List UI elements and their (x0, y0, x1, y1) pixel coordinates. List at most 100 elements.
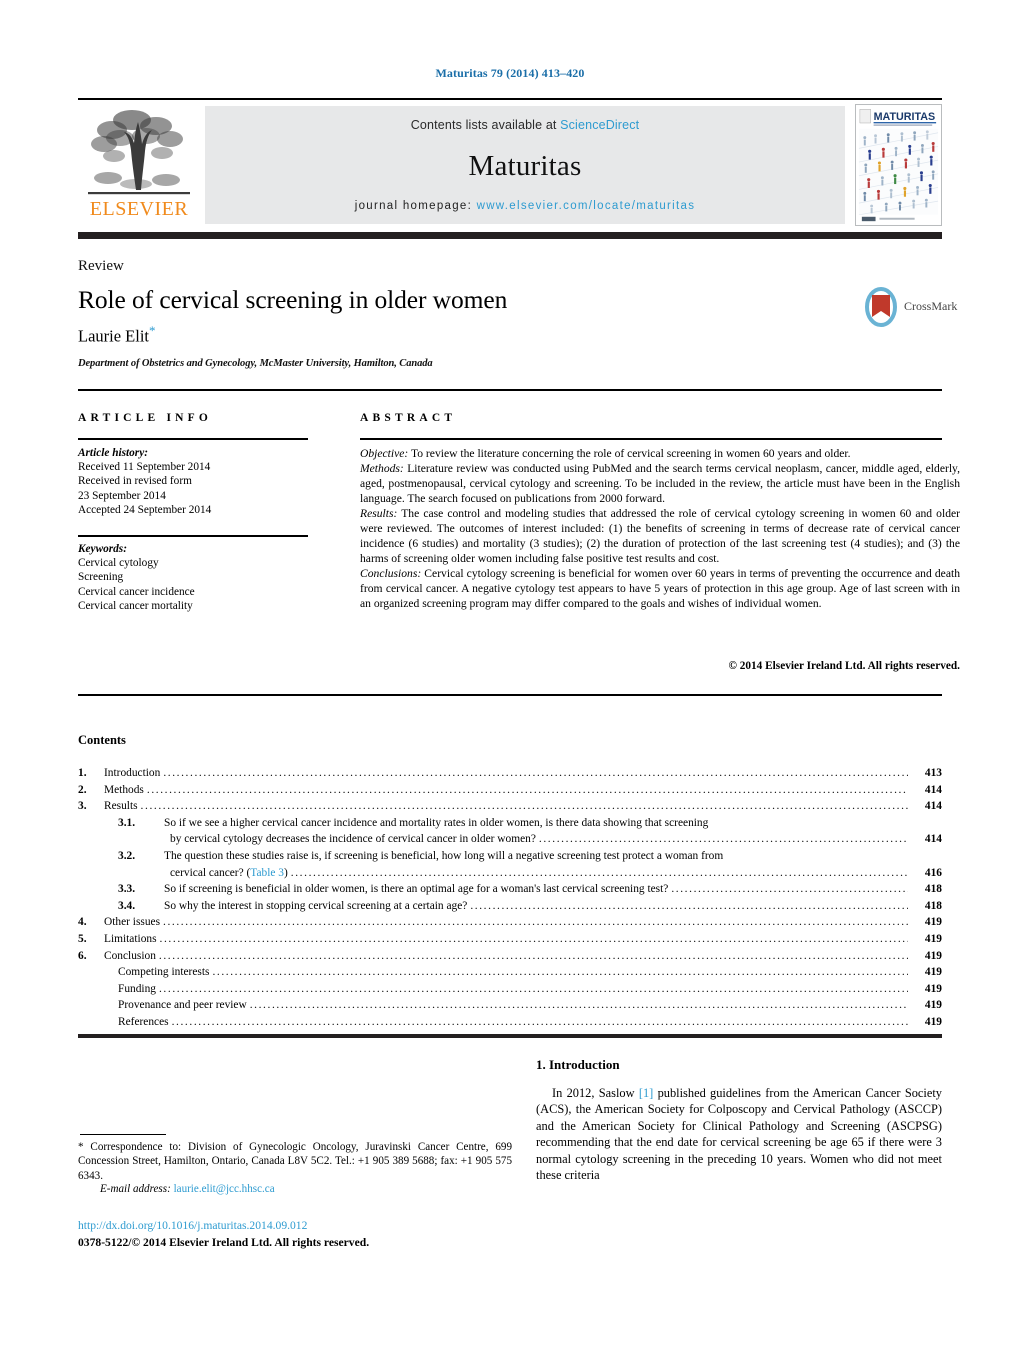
toc-leader-dots: ........................................… (163, 767, 908, 779)
article-info-rule (78, 438, 308, 440)
page-title: Role of cervical screening in older wome… (78, 285, 508, 314)
masthead: ELSEVIER Contents lists available at Sci… (78, 104, 942, 226)
toc-label: Results (104, 800, 138, 813)
abstract-rule (360, 438, 942, 440)
keyword-item: Screening (78, 571, 124, 584)
toc-label: Funding (118, 982, 156, 995)
toc-entry[interactable]: 3. Results .............................… (78, 798, 942, 815)
toc-entry[interactable]: 4. Other issues ........................… (78, 914, 942, 931)
toc-number: 3. (78, 800, 87, 813)
keyword-item: Cervical cytology (78, 557, 159, 570)
toc-label: Other issues (104, 916, 160, 929)
toc-page-number: 418 (924, 883, 942, 896)
abstract-section-text: To review the literature concerning the … (408, 447, 851, 460)
abstract-bottom-rule (78, 694, 942, 696)
toc-label: References (118, 1015, 169, 1028)
toc-entry[interactable]: 3.4. So why the interest in stopping cer… (78, 898, 942, 915)
toc-number: 2. (78, 783, 87, 796)
toc-entry[interactable]: 6. Conclusion ..........................… (78, 948, 942, 965)
toc-label-continued: by cervical cytology decreases the incid… (170, 833, 536, 846)
toc-leader-dots: ........................................… (290, 866, 908, 879)
toc-page-number: 419 (924, 982, 942, 995)
toc-label: Introduction (104, 767, 161, 779)
contents-bottom-rule (78, 1034, 942, 1038)
toc-leader-dots: ........................................… (163, 916, 908, 929)
journal-cover-thumbnail[interactable]: MATURITAS (855, 104, 942, 226)
abstract-section-label: Objective: (360, 447, 409, 460)
journal-cover-image: MATURITAS (856, 105, 941, 225)
toc-label: Conclusion (104, 949, 156, 962)
author-name: Laurie Elit* (78, 323, 156, 347)
contents-lists-line: Contents lists available at ScienceDirec… (205, 118, 845, 132)
reference-1-link[interactable]: [1] (639, 1086, 653, 1100)
toc-page-number: 419 (924, 916, 942, 929)
doi-link[interactable]: http://dx.doi.org/10.1016/j.maturitas.20… (78, 1219, 307, 1232)
abstract-section-label: Results: (360, 507, 398, 521)
toc-leader-dots: ........................................… (249, 999, 908, 1012)
toc-entry[interactable]: References .............................… (78, 1014, 942, 1031)
introduction-text-after-ref: published guidelines from the American C… (536, 1086, 943, 1183)
toc-entry[interactable]: Competing interests ....................… (78, 964, 942, 981)
author-label: Laurie Elit (78, 326, 150, 346)
table-3-link[interactable]: Table 3 (250, 867, 284, 879)
article-info-heading: ARTICLE INFO (78, 412, 213, 424)
abstract-section-text: Cervical cytology screening is beneficia… (360, 567, 960, 611)
introduction-heading: 1. Introduction (536, 1057, 620, 1072)
keywords-label: Keywords: (78, 543, 127, 555)
crossmark-icon (865, 287, 897, 327)
contents-lists-prefix: Contents lists available at (410, 118, 561, 132)
toc-entry[interactable]: Funding ................................… (78, 981, 942, 998)
article-history-label: Article history: (78, 447, 148, 459)
introduction-text: In 2012, Saslow [1] published guidelines… (536, 1085, 942, 1183)
toc-number: 5. (78, 932, 87, 945)
toc-page-number: 419 (924, 949, 942, 962)
toc-entry[interactable]: Provenance and peer review .............… (78, 997, 942, 1014)
toc-entry[interactable]: 2. Methods .............................… (78, 782, 942, 799)
toc-entry[interactable]: 5. Limitations .........................… (78, 931, 942, 948)
email-link[interactable]: laurie.elit@jcc.hhsc.ca (174, 1183, 275, 1195)
copyright-line: © 2014 Elsevier Ireland Ltd. All rights … (728, 660, 960, 672)
journal-homepage-line: journal homepage: www.elsevier.com/locat… (205, 200, 845, 212)
abstract-section-label: Conclusions: (360, 567, 422, 581)
toc-entry[interactable]: 3.1. So if we see a higher cervical canc… (78, 815, 942, 848)
journal-homepage-link[interactable]: www.elsevier.com/locate/maturitas (477, 200, 696, 212)
toc-leader-dots: ........................................… (140, 800, 908, 813)
toc-page-number: 419 (924, 966, 942, 979)
toc-entry[interactable]: 3.3. So if screening is beneficial in ol… (78, 881, 942, 898)
article-type-label: Review (78, 258, 124, 274)
toc-label: So why the interest in stopping cervical… (164, 899, 468, 912)
masthead-top-rule (78, 98, 942, 100)
correspondence-note: * Correspondence to: Division of Gynecol… (78, 1141, 512, 1182)
toc-page-number: 414 (924, 833, 942, 846)
toc-entry[interactable]: 1. Introduction ........................… (78, 765, 942, 782)
issn-copyright-line: 0378-5122/© 2014 Elsevier Ireland Ltd. A… (78, 1236, 370, 1249)
toc-page-number: 416 (924, 866, 942, 879)
toc-page-number: 414 (924, 783, 942, 796)
toc-leader-dots: ........................................… (159, 932, 908, 945)
toc-label: Provenance and peer review (118, 999, 247, 1012)
table-of-contents: 1. Introduction ........................… (78, 765, 942, 1031)
journal-band: Contents lists available at ScienceDirec… (205, 106, 845, 224)
toc-label-continued-text: cervical cancer? ( (170, 866, 251, 879)
toc-leader-dots: ........................................… (158, 949, 908, 962)
article-history-line: 23 September 2014 (78, 489, 166, 502)
journal-homepage-prefix: journal homepage: (354, 200, 477, 212)
toc-entry[interactable]: 3.2. The question these studies raise is… (78, 848, 942, 881)
toc-label: So if we see a higher cervical cancer in… (164, 816, 709, 829)
article-history: Article history: Received 11 September 2… (78, 446, 318, 517)
keywords-list: Keywords: Cervical cytology Screening Ce… (78, 542, 318, 613)
toc-number: 3.4. (118, 899, 136, 912)
toc-page-number: 413 (924, 767, 942, 779)
toc-number: 3.1. (118, 816, 136, 829)
keywords-rule (78, 535, 308, 537)
info-top-rule (78, 389, 942, 391)
toc-leader-dots: ........................................… (158, 982, 908, 995)
crossmark-badge[interactable]: CrossMark (862, 287, 962, 327)
toc-page-number: 414 (924, 800, 942, 813)
sciencedirect-link[interactable]: ScienceDirect (560, 118, 639, 132)
toc-label: Methods (104, 783, 144, 796)
abstract-section-text: The case control and modeling studies th… (360, 507, 960, 566)
toc-label-continued: cervical cancer? (Table 3) (170, 865, 288, 882)
toc-label: Competing interests (118, 966, 210, 979)
toc-leader-dots: ........................................… (146, 783, 908, 796)
